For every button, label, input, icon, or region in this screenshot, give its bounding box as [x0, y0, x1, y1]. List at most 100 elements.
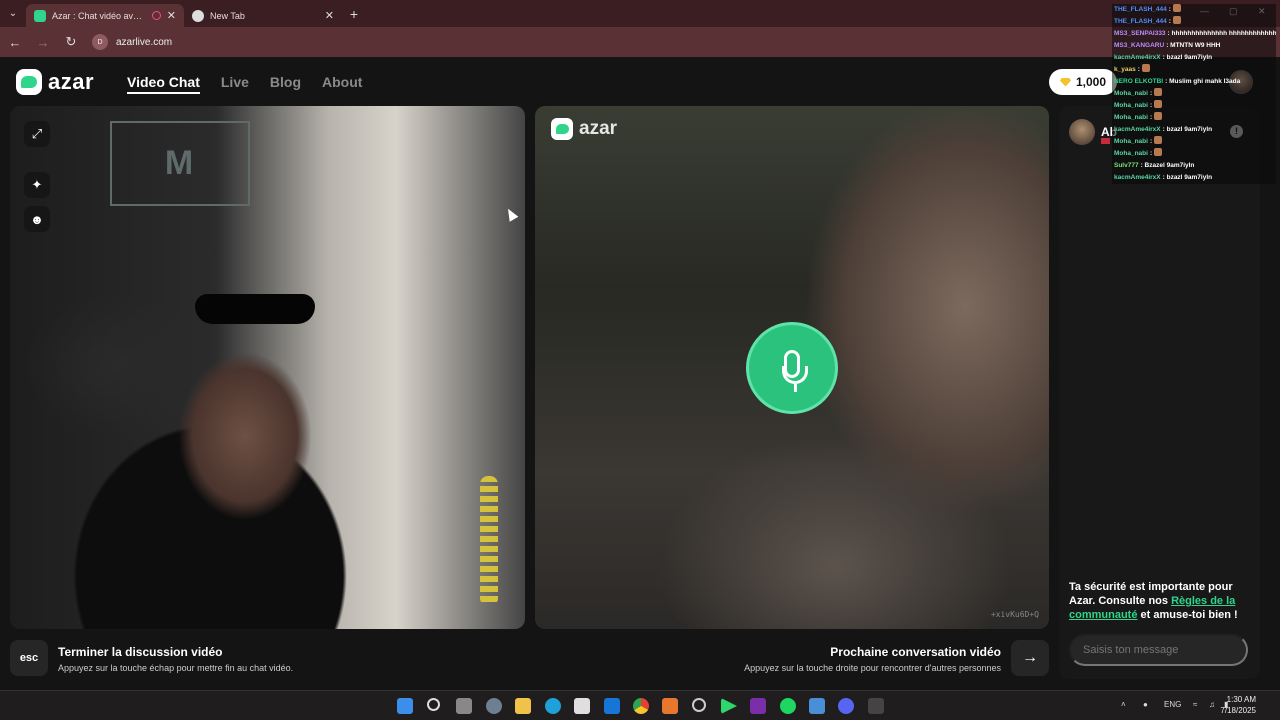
- discord-icon[interactable]: [838, 698, 854, 714]
- message-input[interactable]: [1069, 634, 1248, 666]
- wifi-icon[interactable]: ≈: [1193, 700, 1197, 709]
- nav-live[interactable]: Live: [221, 74, 249, 94]
- close-tab-icon[interactable]: ✕: [167, 9, 176, 22]
- reload-icon[interactable]: ↻: [64, 34, 78, 50]
- clock[interactable]: 1:30 AM 7/18/2025: [1220, 694, 1256, 716]
- terminal-icon[interactable]: [868, 698, 884, 714]
- language-indicator[interactable]: ENG: [1164, 700, 1181, 709]
- search-icon[interactable]: [427, 698, 440, 711]
- stream-chat-line: Moha_nabi:: [1112, 100, 1276, 112]
- stream-chat-text: : bzazl 9am7iyln: [1162, 126, 1213, 133]
- stream-chat-text: : bzazl 9am7iyln: [1162, 54, 1213, 61]
- stream-chat-line: Moha_nabi:: [1112, 148, 1276, 160]
- clock-time: 1:30 AM: [1226, 695, 1256, 704]
- stream-chat-user: Moha_nabi: [1114, 150, 1148, 157]
- stream-chat-text: : Bzazel 9am7iyln: [1140, 162, 1195, 169]
- gems-balance-button[interactable]: 1,000: [1049, 69, 1117, 95]
- azar-logo[interactable]: azar: [16, 69, 94, 95]
- emote-icon: [1153, 100, 1162, 108]
- stream-chat-line: NERO ELKOTBI: Muslim ghi mahk l3ada: [1112, 76, 1276, 88]
- stream-chat-text: :: [1149, 114, 1153, 121]
- tray-chevron-icon[interactable]: ˄: [1121, 700, 1126, 709]
- file-explorer-icon[interactable]: [515, 698, 531, 714]
- stream-chat-overlay: THE_FLASH_444: THE_FLASH_444: MS3_SENPAI…: [1112, 4, 1276, 184]
- stream-chat-user: MS3_KANGARU: [1114, 42, 1165, 49]
- end-chat-title: Terminer la discussion vidéo: [58, 645, 223, 659]
- spotify-icon[interactable]: [780, 698, 796, 714]
- stream-chat-user: Moha_nabi: [1114, 102, 1148, 109]
- stream-chat-user: NERO ELKOTBI: [1114, 78, 1164, 85]
- stream-chat-line: kacmAme4irxX: bzazl 9am7iyln: [1112, 124, 1276, 136]
- stream-chat-user: kacmAme4irxX: [1114, 54, 1161, 61]
- next-chat-button[interactable]: →: [1011, 640, 1049, 676]
- stream-chat-user: Sulv777: [1114, 162, 1139, 169]
- emote-icon: [1153, 88, 1162, 96]
- clock-date: 7/18/2025: [1220, 706, 1256, 715]
- stream-chat-text: :: [1137, 66, 1140, 73]
- face-filter-icon[interactable]: ☻: [24, 206, 50, 232]
- azar-page: azar Video Chat Live Blog About 1,000 M …: [0, 57, 1280, 690]
- stream-chat-user: THE_FLASH_444: [1114, 18, 1167, 25]
- stream-chat-text: :: [1149, 90, 1153, 97]
- nav-about[interactable]: About: [322, 74, 362, 94]
- stream-chat-text: :: [1149, 138, 1153, 145]
- nav-video-chat[interactable]: Video Chat: [127, 74, 200, 94]
- stream-chat-line: kacmAme4irxX: bzazl 9am7iyln: [1112, 52, 1276, 64]
- stream-chat-text: : hhhhhhhhhhhhhh hhhhhhhhhhhhh: [1167, 30, 1276, 37]
- emote-icon: [1153, 148, 1162, 156]
- stream-chat-user: kacmAme4irxX: [1114, 174, 1161, 181]
- effects-sparkle-icon[interactable]: ✦: [24, 172, 50, 198]
- remote-video: azar +xivKu6D+Q: [535, 106, 1049, 629]
- tab-title: New Tab: [210, 10, 245, 21]
- tray-mic-icon[interactable]: ●: [1143, 700, 1148, 709]
- stream-chat-user: k_yaas: [1114, 66, 1136, 73]
- task-view-icon[interactable]: [456, 698, 472, 714]
- forward-icon[interactable]: →: [36, 35, 50, 50]
- chrome-favicon-icon: [192, 9, 204, 22]
- country-flag-icon: [1101, 138, 1110, 144]
- close-tab-icon[interactable]: ✕: [325, 9, 334, 22]
- end-chat-button[interactable]: esc: [10, 640, 48, 676]
- app-blue-icon[interactable]: [809, 698, 825, 714]
- recording-icon: [151, 11, 161, 20]
- store-icon[interactable]: [574, 698, 590, 714]
- back-icon[interactable]: ←: [8, 35, 22, 50]
- edge-icon[interactable]: [545, 698, 561, 714]
- tab-title: Azar : Chat vidéo avec de n: [52, 10, 146, 21]
- new-tab-button[interactable]: +: [342, 6, 366, 22]
- stream-chat-user: Moha_nabi: [1114, 138, 1148, 145]
- windows-taskbar: ˄ ● ENG ≈ ♫ ▮ 1:30 AM 7/18/2025: [0, 690, 1280, 720]
- site-info-icon[interactable]: D: [92, 34, 108, 50]
- nav-blog[interactable]: Blog: [270, 74, 301, 94]
- app-orange-icon[interactable]: [662, 698, 678, 714]
- volume-icon[interactable]: ♫: [1209, 700, 1215, 709]
- chat-panel: Ab ! Ta sécurité est importante pour Aza…: [1059, 106, 1260, 679]
- url-text: azarlive.com: [116, 36, 173, 48]
- settings-gear-icon[interactable]: [486, 698, 502, 714]
- app-next-icon[interactable]: [750, 698, 766, 714]
- tab-azar[interactable]: Azar : Chat vidéo avec de n ✕: [26, 4, 184, 27]
- start-windows-icon[interactable]: [397, 698, 413, 714]
- stream-chat-text: :: [1149, 150, 1153, 157]
- tab-search-icon[interactable]: ⌄: [0, 0, 26, 27]
- stream-chat-user: Moha_nabi: [1114, 114, 1148, 121]
- app-play-icon[interactable]: [721, 698, 737, 714]
- stream-chat-text: : bzazl 9am7iyln: [1162, 174, 1213, 181]
- app-circle-icon[interactable]: [692, 698, 706, 712]
- address-bar-row: ← → ↻ D azarlive.com: [0, 27, 1280, 57]
- tab-new-tab[interactable]: New Tab ✕: [184, 4, 342, 27]
- stream-chat-text: :: [1168, 6, 1171, 13]
- sunglasses: [195, 294, 315, 324]
- url-field[interactable]: D azarlive.com: [92, 34, 172, 50]
- azar-favicon-icon: [34, 9, 46, 22]
- end-chat-hint: Terminer la discussion vidéo Appuyez sur…: [58, 645, 293, 673]
- next-chat-hint: Prochaine conversation vidéo Appuyez sur…: [744, 645, 1001, 673]
- chrome-icon[interactable]: [633, 698, 649, 714]
- stream-chat-line: MS3_KANGARU: MTNTN W9 HHH: [1112, 40, 1276, 52]
- expand-icon[interactable]: ⤢: [24, 121, 50, 147]
- next-chat-subtitle: Appuyez sur la touche droite pour rencon…: [744, 663, 1001, 673]
- outlook-icon[interactable]: [604, 698, 620, 714]
- stream-chat-user: THE_FLASH_444: [1114, 6, 1167, 13]
- stream-chat-line: Sulv777: Bzazel 9am7iyln: [1112, 160, 1276, 172]
- peer-avatar: [1069, 119, 1095, 145]
